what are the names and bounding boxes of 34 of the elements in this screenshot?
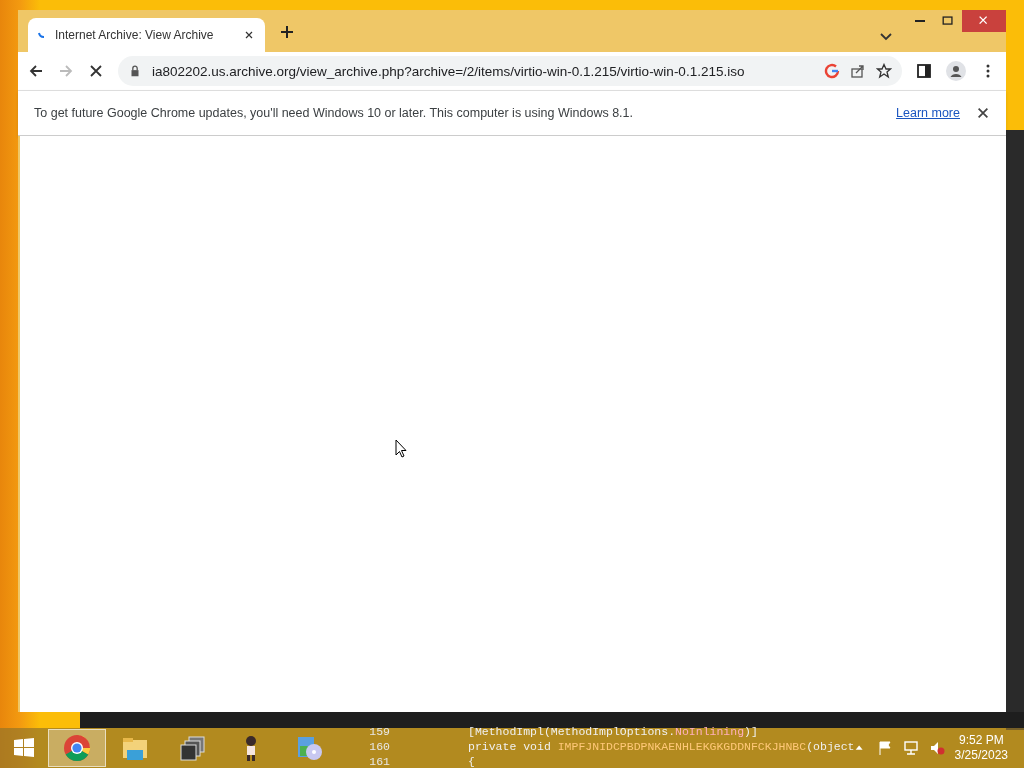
close-icon: [243, 29, 255, 41]
line-number: 160: [369, 739, 390, 754]
maximize-icon: [941, 14, 955, 28]
learn-more-link[interactable]: Learn more: [896, 106, 960, 120]
clock-date: 3/25/2023: [954, 748, 1008, 763]
new-tab-icon: [279, 24, 295, 40]
forward-arrow-icon: [58, 63, 74, 79]
speaker-muted-icon: [928, 740, 945, 756]
side-panel-icon: [916, 63, 932, 79]
flag-icon: [876, 740, 893, 756]
address-bar[interactable]: ia802202.us.archive.org/view_archive.php?archive=/2/items/virtio-win-0.1.215/virtio-win-0.1.215.iso: [118, 56, 902, 86]
profile-icon: [946, 61, 966, 81]
infobar-message: To get future Google Chrome updates, you'll need Windows 10 or later. This computer is using Windows 8.1.: [34, 106, 634, 120]
close-icon: [976, 106, 990, 120]
code-line: private void IMPFJNIDCPBDPNKAENHLEKGKGDDNFCKJHNBC(object: [468, 739, 855, 754]
stop-icon[interactable]: [88, 63, 104, 79]
network-icon: [902, 740, 919, 756]
windows-stack-icon: [179, 734, 207, 762]
clock-time: 9:52 PM: [958, 733, 1004, 748]
google-g-icon: [824, 63, 840, 79]
code-line: {: [468, 754, 476, 768]
line-number: 159: [369, 724, 390, 739]
chrome-icon: [63, 734, 91, 762]
back-arrow-icon: [28, 63, 44, 79]
setup-disc-icon: [295, 734, 323, 762]
mouse-cursor-icon: [395, 439, 407, 458]
share-icon: [850, 63, 866, 79]
loading-spinner-icon: [38, 32, 45, 38]
star-icon: [876, 63, 892, 79]
line-number: 161: [369, 754, 390, 768]
code-line: [MethodImpl(MethodImplOptions.NoInlining)]: [468, 724, 759, 739]
windows-logo-icon: [12, 736, 36, 760]
minimize-icon: [915, 20, 925, 22]
browser-tab[interactable]: Internet Archive: View Archive: [28, 18, 265, 52]
